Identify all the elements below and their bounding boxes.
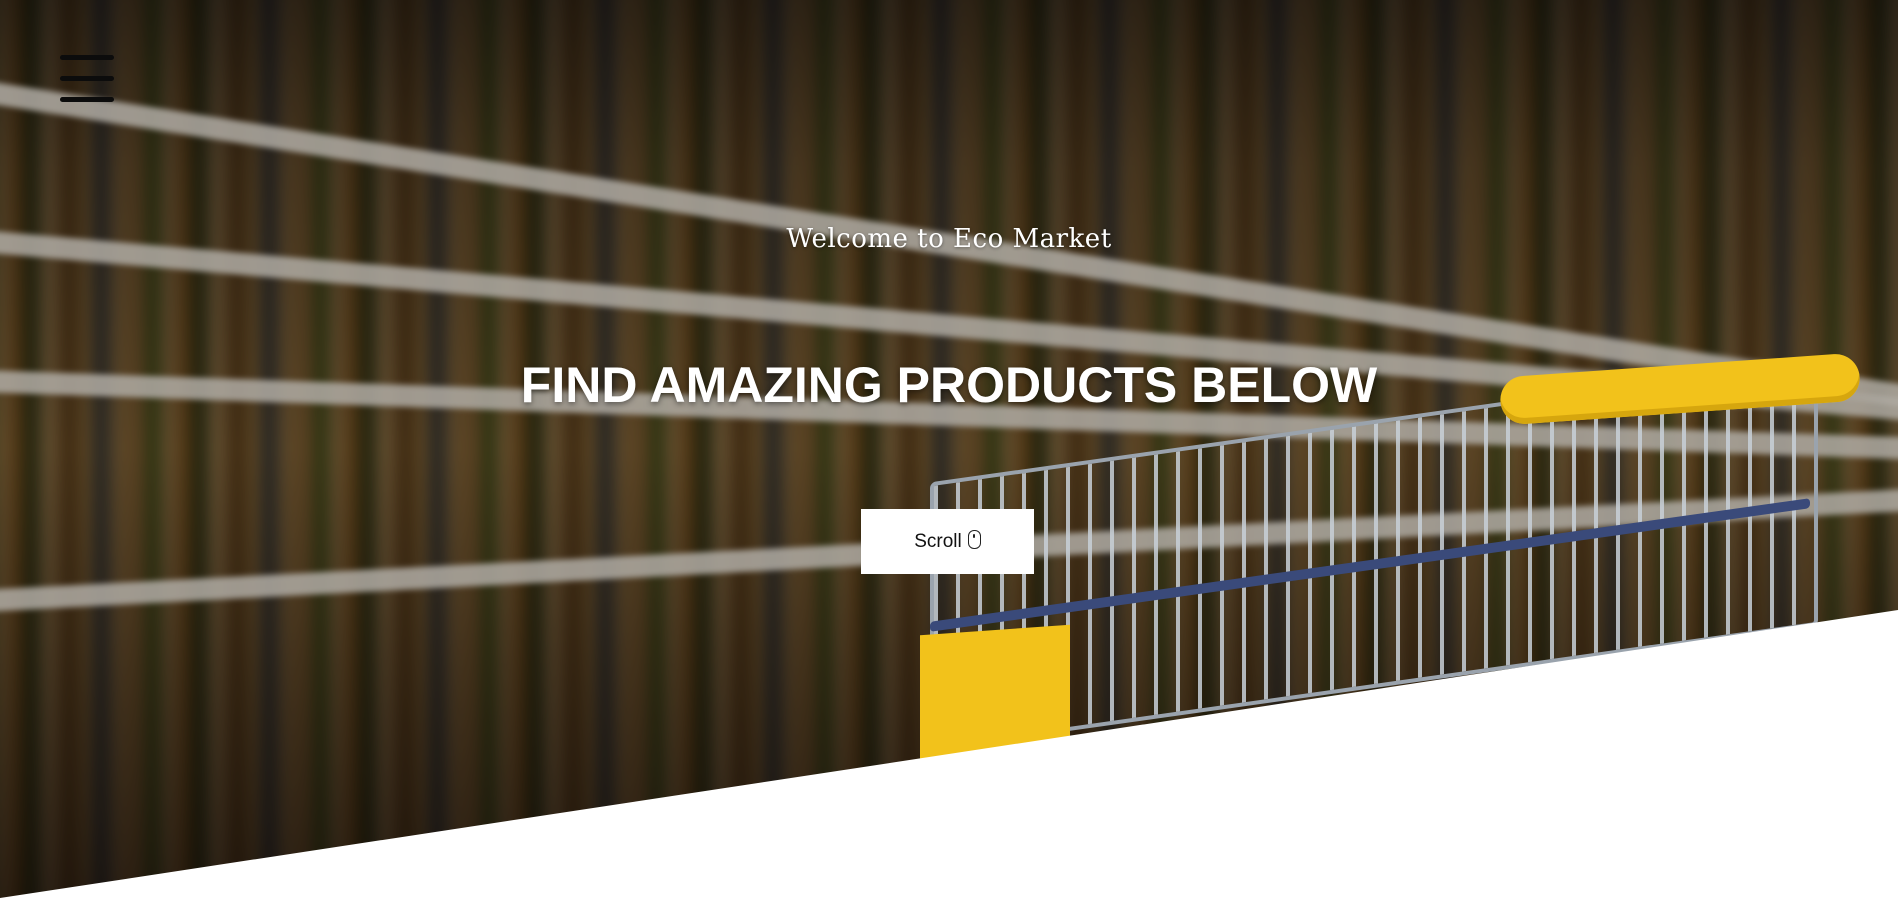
scroll-button-label: Scroll xyxy=(914,530,962,552)
welcome-text: Welcome to Eco Market xyxy=(786,224,1112,254)
scroll-button[interactable]: Scroll xyxy=(861,509,1034,574)
mouse-icon xyxy=(967,530,981,549)
hero-headline: FIND AMAZING PRODUCTS BELOW xyxy=(520,357,1378,413)
hero-content: Welcome to Eco Market FIND AMAZING PRODU… xyxy=(0,0,1898,898)
hero-section: Welcome to Eco Market FIND AMAZING PRODU… xyxy=(0,0,1898,898)
